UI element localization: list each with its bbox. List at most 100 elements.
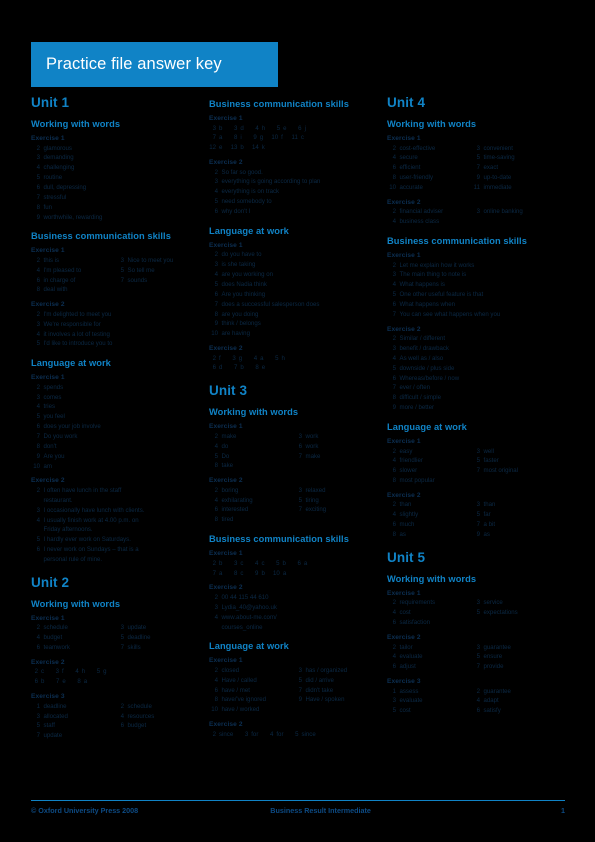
answer-number: 11 [473, 183, 480, 191]
answer-item: 5 I'd like to introduce you to [31, 339, 113, 349]
answer-item: 4h [252, 124, 265, 134]
answer-text: Whereas/before / now [399, 374, 460, 382]
answer-item: 7a [209, 133, 223, 143]
answer-row: 2 So far so good. [209, 168, 377, 178]
answer-number: 5 [476, 511, 480, 519]
exercise-label: Exercise 2 [209, 584, 243, 592]
answer-item: 3I occasionally have lunch with clients. [31, 506, 145, 516]
answer-text: didn't take [305, 686, 334, 694]
answer-number: 4 [36, 330, 40, 338]
answer-number: 8 [392, 477, 396, 485]
answer-number: 5 [36, 536, 40, 544]
answer-number: 4 [392, 653, 396, 661]
answer-text: secure [399, 154, 418, 162]
answer-item: 5 does Nadia think [209, 280, 267, 290]
answer-item: 2I often have lunch in the staff [31, 486, 122, 496]
answer-row: 4 evaluate 5 ensure [387, 652, 555, 662]
answer-number: 6 [214, 686, 218, 694]
answer-row: 4 secure 5 time-saving [387, 153, 555, 163]
answer-item: 5 expectations [471, 608, 555, 618]
answer-text: have/'ve ignored [221, 696, 267, 704]
footer-book-title: Business Result Intermediate [270, 806, 371, 815]
answer-number: 4 [214, 613, 218, 621]
answer-number: 12 [209, 144, 216, 152]
answer-text: Do [221, 452, 230, 460]
answer-row: 8 user-friendly 9 up-to-date [387, 173, 555, 183]
answer-row: 3b3d4h5e6j [209, 124, 377, 134]
answer-text: guarantee [483, 643, 511, 651]
answer-text: cost [399, 707, 411, 715]
answer-item: 5 deadline [115, 633, 199, 643]
answer-number: 8 [36, 203, 40, 211]
answer-number: 3 [120, 256, 124, 264]
answer-text: does Nadia think [221, 280, 267, 288]
answers-u1-bcs-ex1: 2 this is 3 Nice to meet you 4 I'm pleased to… [31, 256, 199, 295]
answers-u1-law-ex2: 2I often have lunch in the staff restaura… [31, 486, 199, 565]
answer-row: 2 do you have to [209, 250, 377, 260]
answer-text: boring [221, 486, 239, 494]
answer-row: 8 don't [31, 442, 199, 452]
answer-row: 6 slower 7 most original [387, 466, 555, 476]
answer-number: 3 [234, 124, 238, 132]
answer-row: 3 comes [31, 393, 199, 403]
answer-item: 5 routine [31, 173, 63, 183]
answer-row: 4 are you working on [209, 270, 377, 280]
answer-number: 8 [214, 516, 218, 524]
answer-number: 6 [392, 164, 396, 172]
answer-row: 2 cost-effective 3 convenient [387, 144, 555, 154]
answer-item: 2 easy [387, 447, 471, 457]
answer-number: 5 [276, 124, 281, 132]
answer-text: schedule [127, 702, 152, 710]
answer-row: 4 everything is on track [209, 187, 377, 197]
answer-text: most original [483, 467, 519, 475]
answer-item: 3 relaxed [293, 486, 377, 496]
section-business-communication-skills: Business communication skills [31, 231, 171, 242]
answer-row: 6 have / met 7 didn't take [209, 686, 377, 696]
answer-row: 4 Have / called 5 did / arrive [209, 676, 377, 686]
answer-continuation: restaurant. [43, 496, 73, 504]
answer-item: 4 cost [387, 608, 471, 618]
answer-number: 4 [36, 164, 40, 172]
answer-number: 5 [276, 559, 280, 567]
answer-item: 10 am [31, 462, 52, 472]
answer-item: 6 dull, depressing [31, 183, 87, 193]
answer-number: 6 [298, 124, 302, 132]
answer-item: 2 I'm delighted to meet you [31, 310, 112, 320]
answer-item: 7b [230, 363, 244, 373]
answer-number: 3 [298, 432, 302, 440]
answer-number: 7 [298, 452, 302, 460]
answer-text: does a successful salesperson does [221, 300, 320, 308]
answer-item: 6 does your job involve [31, 422, 101, 432]
answer-row: 10 accurate 11 immediate [387, 183, 555, 193]
answer-item: 4 evaluate [387, 652, 471, 662]
answers-u4-bcs-ex2: 2 Similar / different 3 benefit / drawback 4… [387, 334, 555, 413]
answers-u4-www-ex1: 2 cost-effective 3 convenient 4 secure 5 time-s… [387, 144, 555, 193]
answer-item: 4 tries [31, 402, 55, 412]
answer-item: 4 What happens is [387, 280, 445, 290]
answer-item: 5I hardly ever work on Saturdays. [31, 535, 131, 545]
answers-u4-bcs-ex1: 2 Let me explain how it works 3 The main th… [387, 261, 555, 320]
section-business-communication-skills: Business communication skills [209, 99, 349, 109]
answer-row: 2 make 3 work [209, 432, 377, 442]
answer-row: 7 a 8 c 9 b 10 a [209, 569, 377, 579]
answer-text: comes [43, 393, 62, 401]
answer-row: 2 I'm delighted to meet you [31, 310, 199, 320]
answer-row: 7 You can see what happens when you [387, 310, 555, 320]
answer-row: 4 slightly 5 far [387, 510, 555, 520]
answer-item: 7 provide [471, 662, 555, 672]
answer-number: 2 [36, 144, 40, 152]
answers-u1-law-ex1: 2 spends 3 comes 4 tries 5 you feel 6 does your j… [31, 383, 199, 472]
answer-item: 5 since [291, 730, 316, 740]
exercise-label: Exercise 2 [387, 491, 421, 499]
answer-item: 8e [252, 363, 265, 373]
exercise-label: Exercise 2 [209, 345, 243, 353]
answer-row: 5I hardly ever work on Saturdays. [31, 535, 199, 545]
answer-number: 6 [36, 644, 40, 652]
footer-copyright: © Oxford University Press 2008 [31, 806, 139, 815]
answer-item: 9 worthwhile, rewarding [31, 213, 103, 223]
answer-item: 7 Do you work [31, 432, 78, 442]
section-working-with-words: Working with words [387, 573, 477, 584]
answer-text: tiring [305, 496, 319, 504]
answer-item: 2 financial adviser [387, 207, 471, 217]
answer-text: user-friendly [399, 174, 434, 182]
